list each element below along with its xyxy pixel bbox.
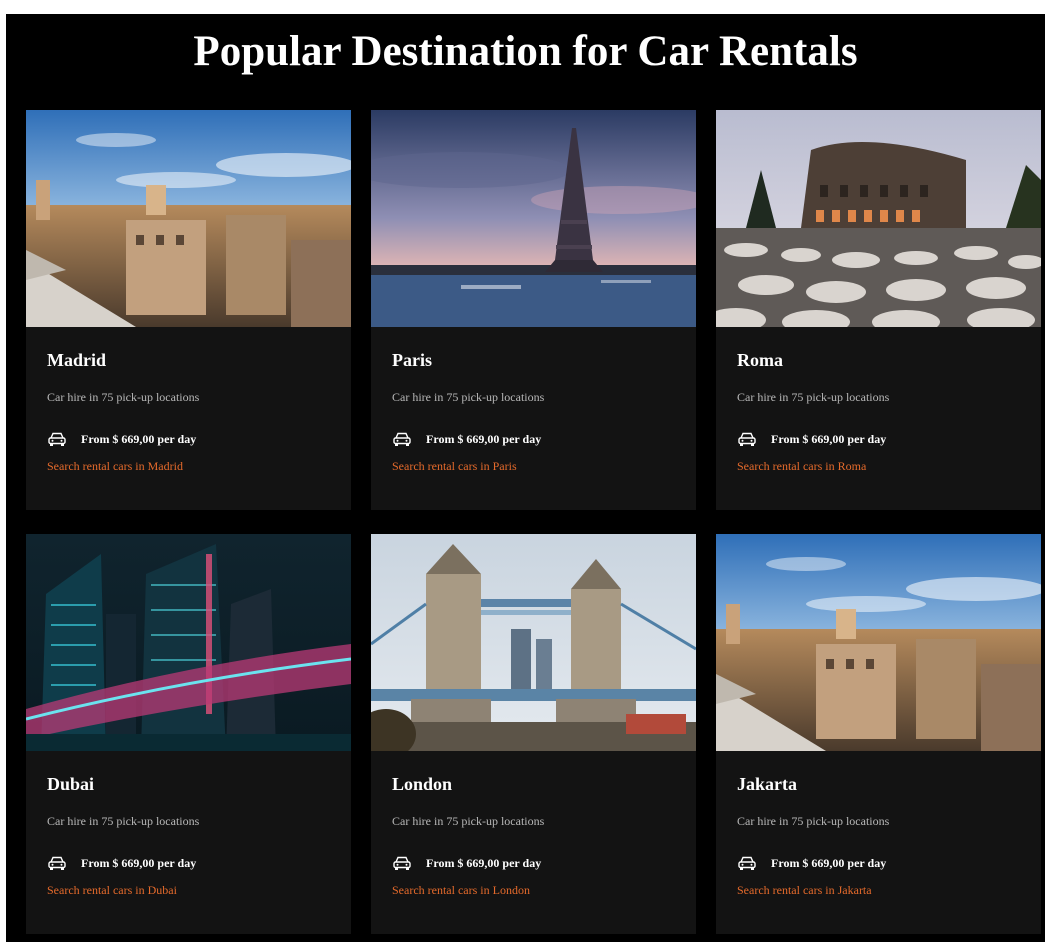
price-row: From $ 669,00 per day (737, 854, 1020, 872)
city-name: Jakarta (737, 774, 797, 794)
destination-card-london[interactable]: London Car hire in 75 pick-up locations (371, 534, 696, 934)
destination-grid: Madrid Car hire in 75 pick-up locations (26, 110, 1041, 934)
city-name: Paris (392, 350, 432, 370)
price-row: From $ 669,00 per day (47, 430, 330, 448)
city-name: London (392, 774, 453, 794)
pickup-locations: Car hire in 75 pick-up locations (392, 814, 545, 828)
pickup-locations: Car hire in 75 pick-up locations (737, 814, 890, 828)
car-icon (737, 855, 757, 871)
price-label: From $ 669,00 per day (81, 856, 197, 870)
madrid-photo (26, 110, 351, 327)
price-row: From $ 669,00 per day (392, 430, 675, 448)
price-label: From $ 669,00 per day (771, 856, 887, 870)
pickup-locations: Car hire in 75 pick-up locations (47, 814, 200, 828)
destination-card-paris[interactable]: Paris Car hire in 75 pick-up locations F… (371, 110, 696, 510)
search-rental-link[interactable]: Search rental cars in Dubai (47, 883, 177, 897)
roma-photo (716, 110, 1041, 327)
car-icon (47, 431, 67, 447)
destinations-section: Popular Destination for Car Rentals Madr… (6, 14, 1045, 942)
city-name: Madrid (47, 350, 107, 370)
london-photo (371, 534, 696, 751)
car-icon (392, 431, 412, 447)
car-icon (737, 431, 757, 447)
destination-card-dubai[interactable]: Dubai Car hire in 75 pick-up locations F… (26, 534, 351, 934)
search-rental-link[interactable]: Search rental cars in Roma (737, 459, 866, 473)
price-label: From $ 669,00 per day (426, 856, 542, 870)
search-rental-link[interactable]: Search rental cars in Jakarta (737, 883, 872, 897)
car-icon (47, 855, 67, 871)
search-rental-link[interactable]: Search rental cars in Madrid (47, 459, 183, 473)
pickup-locations: Car hire in 75 pick-up locations (392, 390, 545, 404)
page-title: Popular Destination for Car Rentals (193, 28, 858, 75)
destination-card-roma[interactable]: Roma Car hire in 75 pick-up locations Fr… (716, 110, 1041, 510)
price-label: From $ 669,00 per day (771, 432, 887, 446)
dubai-photo (26, 534, 351, 751)
destination-card-jakarta[interactable]: Jakarta Car hire in 75 pick-up locations (716, 534, 1041, 934)
jakarta-photo (716, 534, 1041, 751)
price-row: From $ 669,00 per day (737, 430, 1020, 448)
city-name: Dubai (47, 774, 95, 794)
price-row: From $ 669,00 per day (392, 854, 675, 872)
destination-card-madrid[interactable]: Madrid Car hire in 75 pick-up locations (26, 110, 351, 510)
search-rental-link[interactable]: Search rental cars in Paris (392, 459, 517, 473)
paris-photo (371, 110, 696, 327)
pickup-locations: Car hire in 75 pick-up locations (737, 390, 890, 404)
price-label: From $ 669,00 per day (81, 432, 197, 446)
price-label: From $ 669,00 per day (426, 432, 542, 446)
price-row: From $ 669,00 per day (47, 854, 330, 872)
pickup-locations: Car hire in 75 pick-up locations (47, 390, 200, 404)
car-icon (392, 855, 412, 871)
search-rental-link[interactable]: Search rental cars in London (392, 883, 530, 897)
city-name: Roma (737, 350, 783, 370)
